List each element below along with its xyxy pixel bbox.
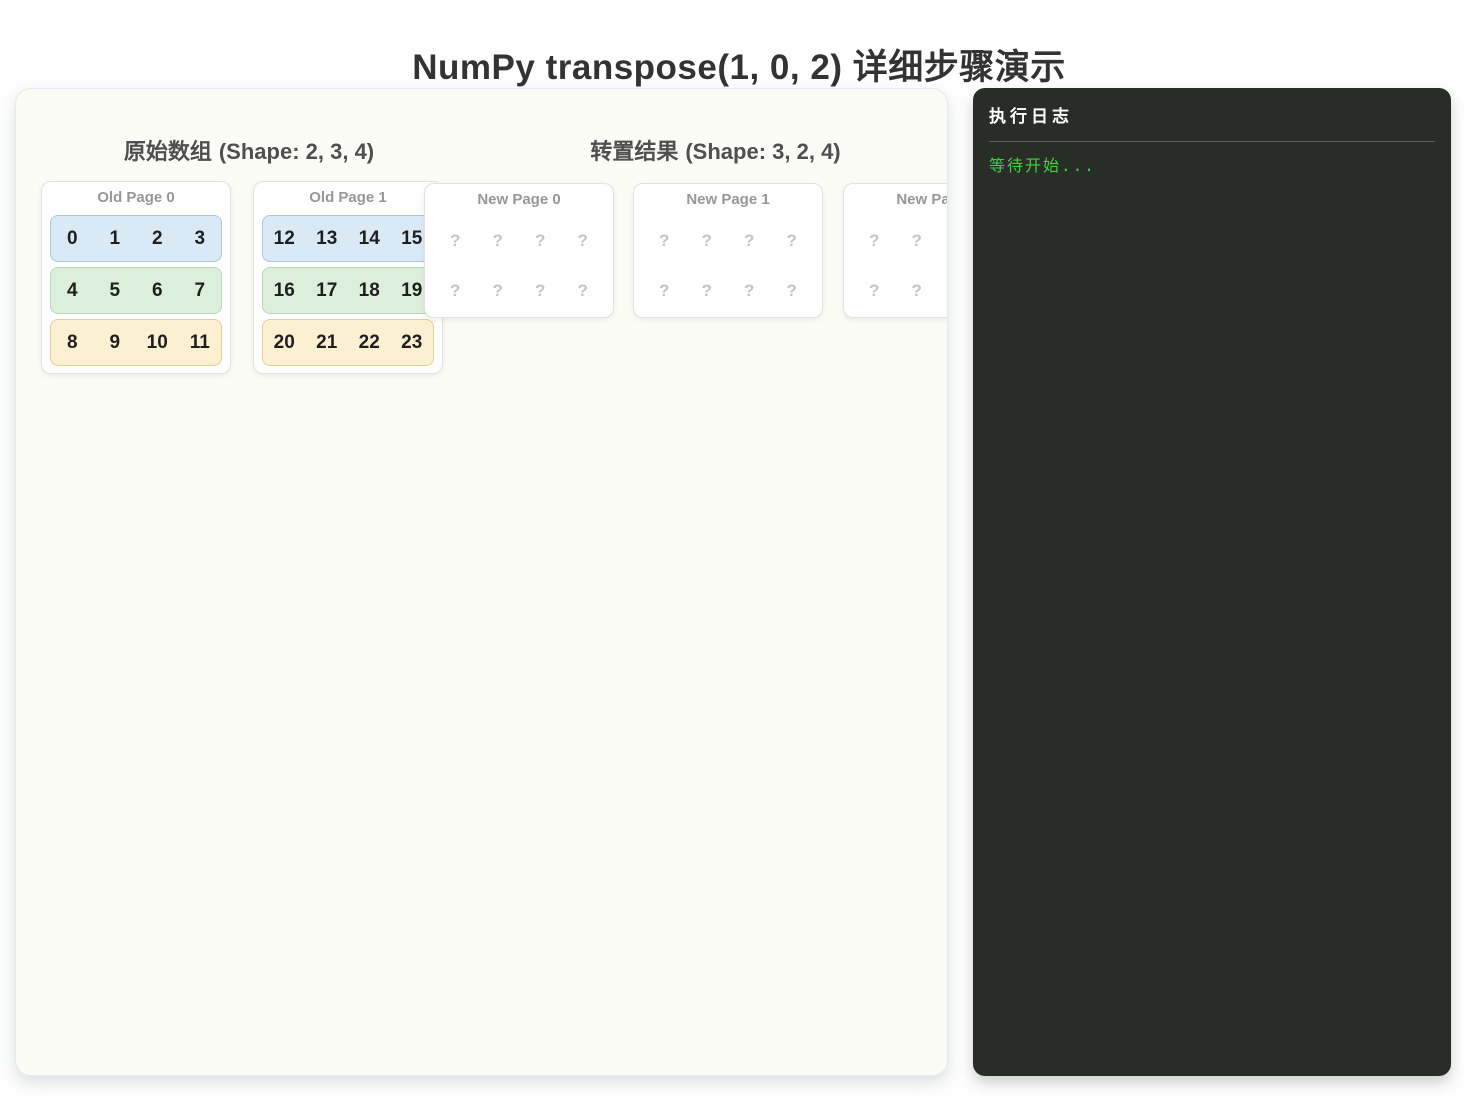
matrix-row: 0 1 2 3 [50,215,222,262]
matrix-cell: 3 [194,227,206,249]
matrix-cell: 17 [316,279,338,301]
matrix-cell: 7 [194,279,206,301]
matrix-row: 16 17 18 19 [262,267,434,314]
placeholder-cell: ? [659,280,670,300]
execution-log-panel: 执行日志 等待开始... [973,88,1451,1076]
placeholder-cell: ? [869,230,880,250]
placeholder-cell: ? [450,230,461,250]
matrix-cell: 20 [273,331,295,353]
new-page-2-card: New Page 2 ? ? ? ? ? ? ? ? [843,183,948,318]
card-title: New Page 1 [686,191,770,208]
old-page-1-card: Old Page 1 12 13 14 15 16 17 18 19 20 21… [253,181,443,374]
log-divider [989,141,1435,142]
log-panel-title: 执行日志 [989,107,1073,127]
matrix-cell: 9 [109,331,121,353]
matrix-cell: 1 [109,227,121,249]
placeholder-cell: ? [659,230,670,250]
matrix-cell: 21 [316,331,338,353]
matrix-row: ? ? ? ? [433,217,605,264]
matrix-row: 4 5 6 7 [50,267,222,314]
placeholder-cell: ? [492,230,503,250]
placeholder-cell: ? [492,280,503,300]
placeholder-cell: ? [577,230,588,250]
placeholder-cell: ? [786,280,797,300]
matrix-row: 20 21 22 23 [262,319,434,366]
matrix-cell: 4 [66,279,78,301]
placeholder-cell: ? [535,280,546,300]
matrix-cell: 11 [189,331,210,353]
new-page-1-card: New Page 1 ? ? ? ? ? ? ? ? [633,183,823,318]
result-array-header: 转置结果 (Shape: 3, 2, 4) [482,137,947,167]
matrix-cell: 10 [146,331,168,353]
old-page-0-card: Old Page 0 0 1 2 3 4 5 6 7 8 9 10 11 [41,181,231,374]
log-message: 等待开始... [989,156,1096,175]
matrix-cell: 14 [358,227,380,249]
matrix-cell: 18 [358,279,380,301]
placeholder-cell: ? [744,230,755,250]
placeholder-cell: ? [869,280,880,300]
result-array-shape: (Shape: 3, 2, 4) [685,139,841,164]
matrix-cell: 12 [273,227,295,249]
matrix-row: 12 13 14 15 [262,215,434,262]
original-array-header: 原始数组 (Shape: 2, 3, 4) [16,137,482,167]
new-page-0-card: New Page 0 ? ? ? ? ? ? ? ? [424,183,614,318]
placeholder-cell: ? [701,280,712,300]
arrays-panel: 原始数组 (Shape: 2, 3, 4) 转置结果 (Shape: 3, 2, 4… [15,88,948,1076]
placeholder-cell: ? [938,281,947,301]
placeholder-cell: ? [938,231,947,251]
placeholder-cell: ? [911,280,922,300]
placeholder-cell: ? [701,230,712,250]
placeholder-cell: ? [911,230,922,250]
matrix-cell: 2 [151,227,163,249]
page-title: NumPy transpose(1, 0, 2) 详细步骤演示 [412,48,1066,88]
matrix-cell: 8 [66,331,78,353]
placeholder-cell: ? [786,230,797,250]
matrix-cell: 22 [358,331,380,353]
card-title: New Page 0 [477,191,561,208]
matrix-row: ? ? ? ? [433,267,605,314]
result-array-label: 转置结果 [590,139,679,164]
matrix-row: ? ? ? ? [642,217,814,264]
card-title: Old Page 0 [97,189,175,206]
matrix-cell: 16 [273,279,295,301]
placeholder-cell: ? [535,230,546,250]
matrix-cell: 0 [66,227,78,249]
matrix-row: ? ? ? ? [852,217,947,264]
original-array-shape: (Shape: 2, 3, 4) [218,139,375,164]
matrix-cell: 23 [401,331,423,353]
placeholder-cell: ? [450,280,461,300]
matrix-row: 8 9 10 11 [50,319,222,366]
matrix-cell: 6 [151,279,163,301]
placeholder-cell: ? [577,280,588,300]
placeholder-cell: ? [744,280,755,300]
matrix-row: ? ? ? ? [642,267,814,314]
card-title: Old Page 1 [309,189,387,206]
matrix-cell: 13 [316,227,338,249]
matrix-cell: 5 [109,279,121,301]
original-array-label: 原始数组 [123,139,212,164]
card-title: New Page 2 [896,191,948,208]
matrix-row: ? ? ? ? [852,267,947,314]
